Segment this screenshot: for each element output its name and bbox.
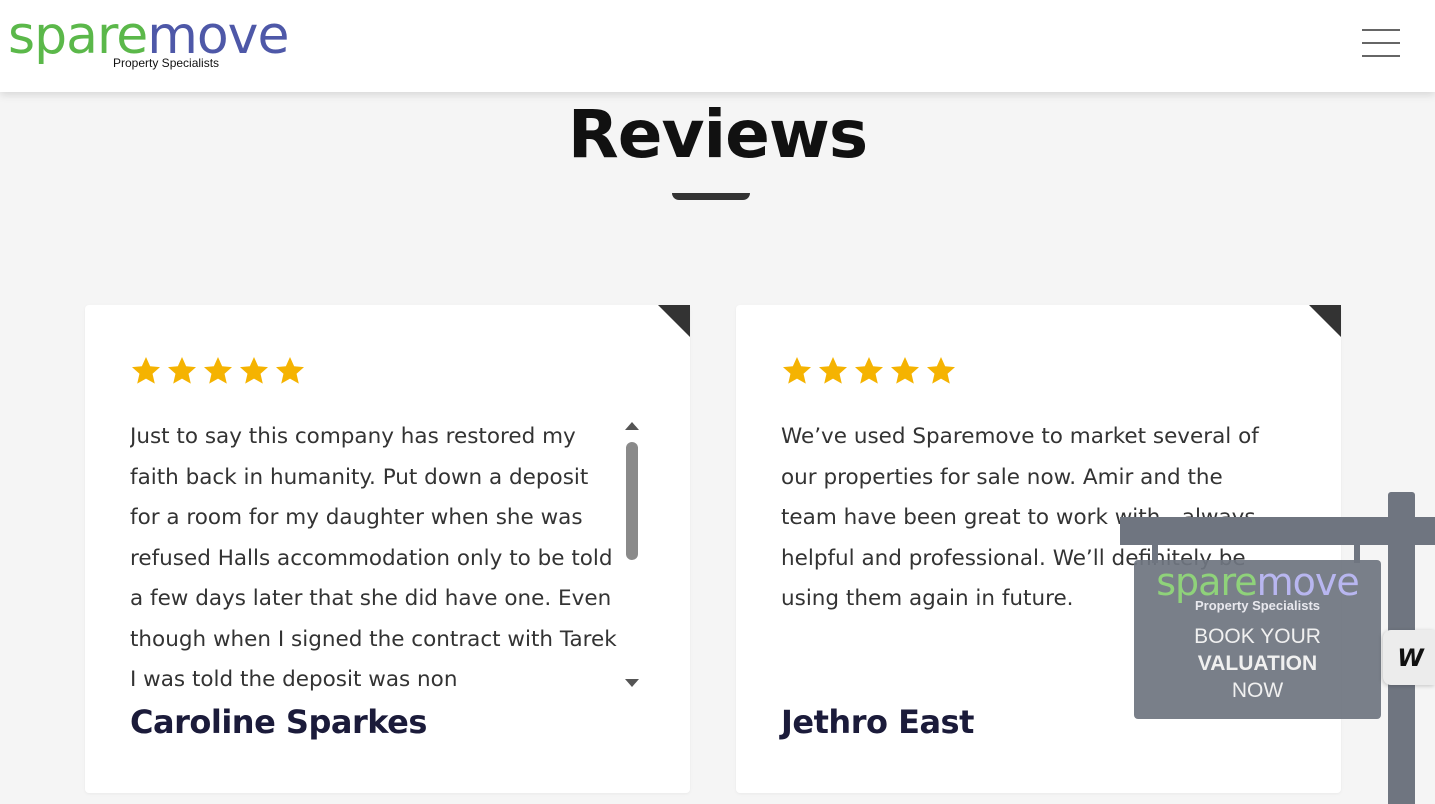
logo-tagline: Property Specialists [113,56,220,70]
review-card: Just to say this company has restored my… [85,305,690,793]
star-icon [276,357,304,384]
star-icon [927,357,955,384]
sparemove-logo[interactable]: sparemove Property Specialists [8,10,348,76]
hamburger-menu-icon[interactable] [1362,29,1400,59]
sign-logo: sparemove [1134,562,1381,602]
widget-tab-button[interactable]: W [1383,630,1435,685]
section-title: Reviews [567,96,868,173]
star-icon [168,357,196,384]
sign-board[interactable]: sparemove Property Specialists BOOK YOUR… [1134,560,1381,719]
card-corner-decoration [658,305,690,337]
star-icon [855,357,883,384]
logo-wordmark: sparemove [8,10,348,62]
star-icon [204,357,232,384]
reviewer-name: Jethro East [781,703,974,741]
scroll-down-arrow-icon[interactable] [625,679,639,687]
star-icon [891,357,919,384]
star-rating [130,355,306,387]
widget-w-icon: W [1397,643,1424,672]
review-scrollbar[interactable] [623,418,641,691]
scroll-thumb[interactable] [626,442,638,560]
star-icon [819,357,847,384]
star-rating [781,355,957,387]
star-icon [240,357,268,384]
sign-cta-line3: NOW [1231,679,1284,702]
title-underline [672,193,750,200]
scroll-up-arrow-icon[interactable] [625,422,639,430]
sign-cta-line2: VALUATION [1197,652,1318,675]
site-header: sparemove Property Specialists [0,0,1435,92]
star-icon [132,357,160,384]
sign-cta-line1: BOOK YOUR [1194,625,1321,648]
card-corner-decoration [1309,305,1341,337]
star-icon [783,357,811,384]
review-text: Just to say this company has restored my… [130,424,617,692]
sign-arm [1120,517,1435,545]
reviewer-name: Caroline Sparkes [130,703,427,741]
